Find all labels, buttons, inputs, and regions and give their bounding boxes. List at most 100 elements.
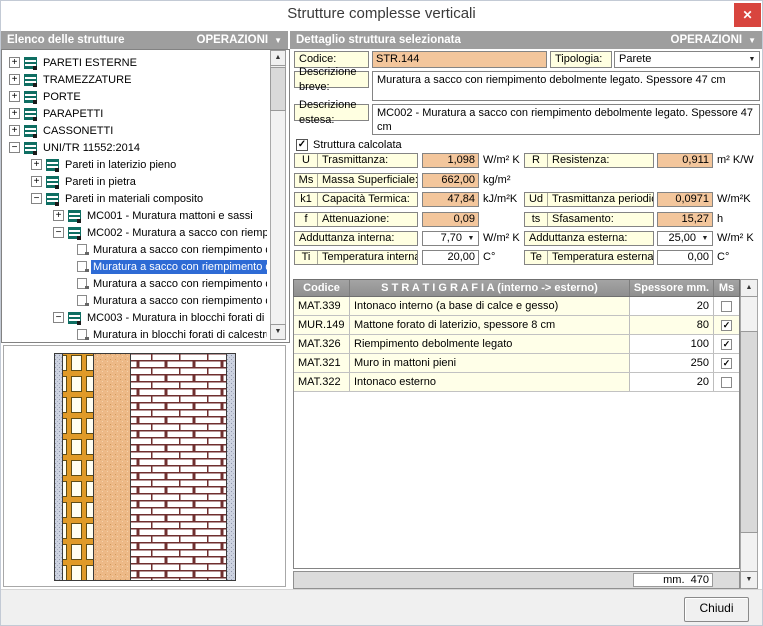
tree-item-parapetti[interactable]: + PARAPETTI [3,105,267,122]
scroll-up-icon[interactable]: ▲ [270,50,286,66]
cell-ms: ✓ [714,335,739,353]
trasmittanza-value: 1,098 [422,153,479,168]
scroll-up-icon[interactable]: ▲ [740,279,758,297]
tree-item-label: Pareti in pietra [63,175,138,189]
table-row[interactable]: MAT.339 Intonaco interno (a base di calc… [294,297,739,316]
ms-checkbox[interactable]: ✓ [721,320,732,331]
trasmittanza-periodica-value: 0,0971 [657,192,713,207]
table-row[interactable]: MAT.322 Intonaco esterno 20 [294,373,739,392]
descrizione-estesa-label-text: Descrizione estesa: [299,98,364,128]
structure-category-icon [24,57,37,69]
tree-scrollbar-thumb[interactable] [270,67,286,111]
tree-item-cassonetti[interactable]: + CASSONETTI [3,122,267,139]
tree-item-label: TRAMEZZATURE [41,73,133,87]
scroll-down-icon[interactable]: ▼ [270,324,286,340]
cell-ms: ✓ [714,316,739,334]
right-operations-menu[interactable]: OPERAZIONI ▼ [671,34,756,46]
collapse-minus-icon[interactable]: − [53,312,64,323]
adduttanza-esterna-label: Adduttanza esterna: [524,231,654,246]
adduttanza-interna-select[interactable]: 7,70 ▼ [422,231,479,246]
cell-codice: MAT.326 [294,335,350,353]
massa-superficiale-unit: kg/m² [483,173,511,188]
collapse-minus-icon[interactable]: − [31,193,42,204]
tree-item-muratura-sacco-1[interactable]: Muratura a sacco con riempimento deb [3,241,267,258]
trasmittanza-label: U Trasmittanza: [294,153,418,168]
chevron-down-icon: ▼ [698,235,712,242]
chevron-down-icon: ▼ [745,56,759,63]
expand-plus-icon[interactable]: + [9,74,20,85]
structures-dialog: Strutture complesse verticali ✕ Elenco d… [0,0,763,626]
tree-item-pareti-laterizio-pieno[interactable]: + Pareti in laterizio pieno [3,156,267,173]
tipologia-label-text: Tipologia: [555,52,602,67]
tree-item-muratura-blocchi[interactable]: Muratura in blocchi forati di calcestruz… [3,326,267,343]
cell-ms: ✓ [714,354,739,372]
expand-plus-icon[interactable]: + [31,159,42,170]
total-bar: mm. 470 [293,571,740,589]
expand-plus-icon[interactable]: + [9,57,20,68]
cell-codice: MAT.322 [294,373,350,391]
resistenza-label-text: Resistenza: [548,154,609,167]
tree-item-pareti-esterne[interactable]: + PARETI ESTERNE [3,54,267,71]
trasmittanza-periodica-symbol: Ud [525,193,548,206]
adduttanza-interna-label: Adduttanza interna: [294,231,418,246]
scroll-down-icon[interactable]: ▼ [740,571,758,589]
struttura-calcolata-label: Struttura calcolata [313,139,402,151]
descrizione-breve-field[interactable]: Muratura a sacco con riempimento debolme… [372,71,760,101]
temperatura-esterna-unit: C° [717,250,729,265]
cell-codice: MUR.149 [294,316,350,334]
tree-item-muratura-sacco-4[interactable]: Muratura a sacco con riempimento deb [3,292,267,309]
tree-item-porte[interactable]: + PORTE [3,88,267,105]
descrizione-breve-label: Descrizione breve: [294,71,369,88]
temperatura-esterna-value[interactable]: 0,00 [657,250,713,265]
adduttanza-esterna-unit: W/m² K [717,231,754,246]
collapse-minus-icon[interactable]: − [9,142,20,153]
column-header-ms: Ms [714,280,739,296]
chiudi-button[interactable]: Chiudi [684,597,749,622]
layer-intonaco-interno [55,354,63,581]
expand-plus-icon[interactable]: + [9,108,20,119]
ms-checkbox[interactable] [721,377,732,388]
expand-plus-icon[interactable]: + [9,91,20,102]
expand-plus-icon[interactable]: + [9,125,20,136]
massa-superficiale-label: Ms Massa Superficiale: [294,173,418,188]
collapse-minus-icon[interactable]: − [53,227,64,238]
chevron-down-icon: ▼ [464,235,478,242]
tree-item-mc002[interactable]: − MC002 - Muratura a sacco con riempimen [3,224,267,241]
expand-plus-icon[interactable]: + [53,210,64,221]
structure-leaf-icon [77,278,87,289]
temperatura-interna-label-text: Temperatura interna: [318,251,418,264]
capacita-termica-label-text: Capacità Termica: [318,193,410,206]
tree-item-pareti-pietra[interactable]: + Pareti in pietra [3,173,267,190]
tree-item-pareti-materiali-composito[interactable]: − Pareti in materiali composito [3,190,267,207]
descrizione-estesa-label: Descrizione estesa: [294,104,369,121]
close-icon[interactable]: ✕ [734,3,761,27]
sfasamento-label: ts Sfasamento: [524,212,654,227]
tipologia-select[interactable]: Parete ▼ [614,51,760,68]
ms-checkbox[interactable] [721,301,732,312]
table-row[interactable]: MAT.321 Muro in mattoni pieni 250 ✓ [294,354,739,373]
layer-mattone-forato [63,354,94,581]
tree-item-label: PARAPETTI [41,107,105,121]
layer-mattoni-pieni [131,354,227,581]
struttura-calcolata-checkbox[interactable]: ✓ [296,139,308,151]
ms-checkbox[interactable]: ✓ [721,339,732,350]
wall-section-preview [54,353,236,581]
adduttanza-esterna-select[interactable]: 25,00 ▼ [657,231,713,246]
left-operations-menu[interactable]: OPERAZIONI ▼ [197,34,282,46]
ms-checkbox[interactable]: ✓ [721,358,732,369]
tree-item-uni-tr-11552[interactable]: − UNI/TR 11552:2014 [3,139,267,156]
tree-item-tramezzature[interactable]: + TRAMEZZATURE [3,71,267,88]
tree-item-mc001[interactable]: + MC001 - Muratura mattoni e sassi [3,207,267,224]
table-row-selected[interactable]: MUR.149 Mattone forato di laterizio, spe… [294,316,739,335]
tree-item-muratura-sacco-3[interactable]: Muratura a sacco con riempimento deb [3,275,267,292]
expand-plus-icon[interactable]: + [31,176,42,187]
tree-item-mc003[interactable]: − MC003 - Muratura in blocchi forati di … [3,309,267,326]
temperatura-interna-value[interactable]: 20,00 [422,250,479,265]
table-scrollbar-thumb[interactable] [740,331,758,533]
tree-item-label: Pareti in materiali composito [63,192,205,206]
structure-leaf-icon [77,329,87,340]
table-row[interactable]: MAT.326 Riempimento debolmente legato 10… [294,335,739,354]
tree-item-muratura-sacco-2-selected[interactable]: Muratura a sacco con riempimento deb [3,258,267,275]
descrizione-estesa-field[interactable]: MC002 - Muratura a sacco con riempimento… [372,104,760,135]
total-thickness-value: 470 [691,574,709,586]
